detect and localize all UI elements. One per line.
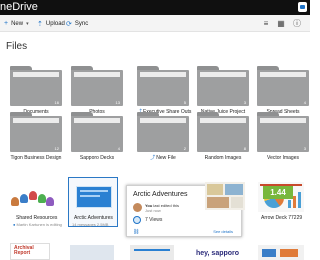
folder-icon: 4	[257, 66, 309, 106]
folder-icon: 12	[10, 112, 62, 152]
file-thumbnail[interactable]	[70, 245, 114, 260]
folder-icon: 3	[257, 112, 309, 152]
folder-icon: 13	[71, 66, 123, 106]
folder-tile-random-images[interactable]: 8 Random Images	[197, 112, 249, 161]
stat-badge: 1.44	[263, 186, 293, 199]
folder-name: Tigon Business Design	[10, 155, 62, 161]
new-label: New	[11, 20, 24, 27]
view-grid-icon[interactable]: ▦	[276, 18, 286, 28]
upload-button[interactable]: ⇡ Upload	[37, 15, 65, 32]
file-thumbnail[interactable]	[258, 245, 304, 260]
person-icon	[29, 191, 37, 200]
file-thumbnail-archival-report[interactable]: Archival Report	[10, 243, 50, 260]
file-thumbnail-shared-resources[interactable]	[10, 183, 55, 208]
avatar	[133, 203, 142, 212]
see-details-link[interactable]: See details	[213, 229, 233, 234]
page-title: Files	[6, 41, 28, 52]
folder-tile-sapporo-decks[interactable]: 4 Sapporo Decks	[71, 112, 123, 161]
person-icon	[46, 197, 54, 206]
folder-name: Random Images	[204, 155, 242, 161]
person-icon	[20, 194, 28, 203]
folder-icon: 2	[137, 112, 189, 152]
view-count: 7 Views	[145, 217, 163, 223]
folder-icon: 8	[197, 112, 249, 152]
person-icon	[38, 194, 46, 203]
app-title: neDrive	[0, 1, 38, 13]
title-bar: neDrive	[0, 0, 310, 15]
person-icon	[11, 197, 19, 206]
file-name: Arctic Adventures	[74, 215, 113, 221]
file-name: Shared Resources	[16, 215, 58, 221]
sync-label: Sync	[74, 20, 89, 27]
chevron-down-icon: ▾	[26, 20, 29, 27]
file-meta: 14 messages 2.5MB	[72, 222, 109, 227]
folder-name: Sapporo Decks	[79, 155, 115, 161]
folder-icon: 4	[71, 112, 123, 152]
editing-icon: ●	[13, 222, 16, 227]
eye-icon	[133, 216, 141, 224]
file-status: ● Martin Kartunen is editing	[13, 222, 62, 227]
link-icon[interactable]: ⛓	[133, 229, 139, 235]
folder-tile-new-file[interactable]: 2 ⤴New File	[137, 112, 189, 161]
edit-time: Just now	[145, 208, 161, 213]
upload-label: Upload	[45, 20, 65, 27]
folder-icon: 5	[137, 66, 189, 106]
folder-icon: 16	[10, 66, 62, 106]
sync-button[interactable]: ⟳ Sync	[66, 15, 88, 32]
plus-icon: +	[4, 20, 9, 27]
folder-tile-tigon-business-design[interactable]: 12 Tigon Business Design	[10, 112, 62, 161]
document-thumbnail	[76, 186, 112, 208]
sort-icon[interactable]: ≡	[261, 18, 271, 28]
folder-name: ⤴New File	[150, 155, 176, 161]
upload-icon: ⇡	[37, 20, 43, 28]
folder-name: Vector Images	[267, 155, 299, 161]
file-thumbnail[interactable]	[130, 245, 174, 260]
shared-icon: ⤴	[150, 155, 156, 161]
popup-title: Arctic Adventures	[133, 191, 188, 198]
app-icon	[298, 2, 307, 12]
new-button[interactable]: + New ▾	[4, 15, 29, 32]
folder-icon: 3	[197, 66, 249, 106]
command-bar: + New ▾ ⇡ Upload ⟳ Sync ≡ ▦ ⓘ	[0, 15, 310, 32]
archival-title: Archival Report	[14, 245, 34, 256]
file-thumbnail-sapporo[interactable]: hey, sapporo	[196, 250, 239, 257]
info-icon[interactable]: ⓘ	[292, 18, 302, 28]
sync-icon: ⟳	[66, 20, 72, 28]
folder-tile-vector-images[interactable]: 3 Vector Images	[257, 112, 309, 161]
file-thumbnail-collage[interactable]	[205, 182, 245, 210]
file-name: Arrow Deck 77229	[261, 215, 303, 221]
